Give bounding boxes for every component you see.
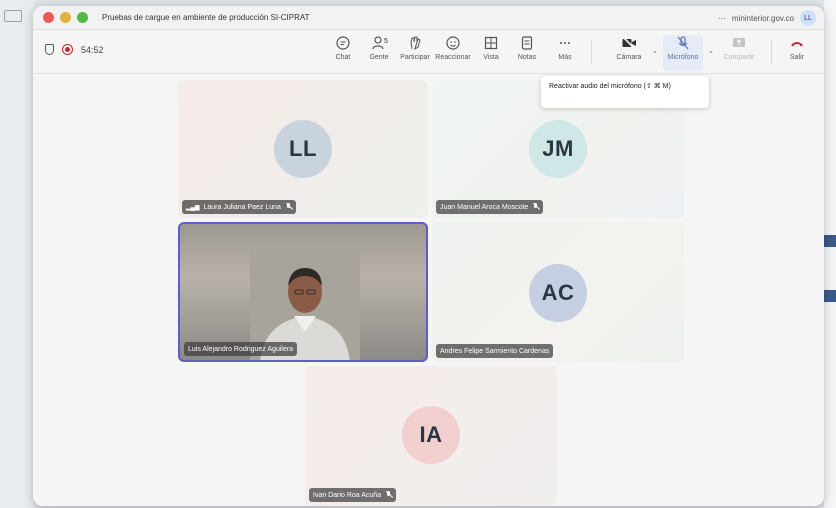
microphone-label: Micrófono: [667, 54, 699, 61]
camera-label: Cámara: [616, 54, 642, 61]
leave-button[interactable]: Salir: [777, 35, 817, 71]
participant-avatar: JM: [529, 120, 587, 178]
participant-avatar: IA: [402, 406, 460, 464]
react-button[interactable]: Reaccionar: [433, 35, 473, 71]
participant-tile[interactable]: AC Andres Felipe Sarmiento Cardenas: [432, 222, 684, 362]
microphone-off-icon: [677, 36, 689, 50]
chat-button[interactable]: Chat: [323, 35, 363, 71]
desktop-bar: [824, 290, 836, 302]
tooltip-text: Reactivar audio del micrófono (⇧ ⌘ M): [549, 83, 671, 90]
react-label: Reaccionar: [435, 54, 471, 61]
participant-name-tag: Ivan Dario Roa Acuña: [309, 488, 397, 502]
participant-tile[interactable]: IA Ivan Dario Roa Acuña: [305, 366, 557, 506]
desktop-right-strip: [824, 0, 836, 508]
shield-icon[interactable]: [45, 44, 54, 55]
meeting-timer: 54:52: [81, 44, 104, 55]
participant-tile[interactable]: LL ▂▄▆ Laura Juliana Paez Luna: [178, 80, 428, 218]
people-count: 5: [384, 38, 388, 45]
close-window-button[interactable]: [43, 12, 54, 23]
camera-options-chevron-icon[interactable]: ⌄: [652, 47, 658, 55]
camera-button[interactable]: Cámara: [609, 35, 649, 71]
smiley-icon: [446, 36, 460, 50]
chat-label: Chat: [335, 54, 351, 61]
ellipsis-icon: [560, 42, 570, 44]
raise-hand-button[interactable]: Participar: [395, 35, 435, 71]
participant-name-tag: Andres Felipe Sarmiento Cardenas: [436, 344, 554, 358]
meeting-window: Pruebas de cargue en ambiente de producc…: [33, 6, 824, 506]
share-button[interactable]: Compartir: [719, 35, 759, 71]
people-button[interactable]: 5 Gente: [359, 35, 399, 71]
notes-button[interactable]: Notas: [507, 35, 547, 71]
notes-label: Notas: [517, 54, 537, 61]
toolbar-divider: [591, 40, 592, 64]
toolbar-divider: [771, 40, 772, 64]
muted-mic-icon: [285, 203, 292, 211]
maximize-window-button[interactable]: [77, 12, 88, 23]
participant-video-tile[interactable]: Luis Alejandro Rodriguez Aguilera: [178, 222, 428, 362]
more-button[interactable]: Más: [545, 35, 585, 71]
meeting-toolbar: 54:52 Chat 5 Gente Participar Reaccionar…: [33, 30, 824, 74]
video-stage: LL ▂▄▆ Laura Juliana Paez Luna JM Juan M…: [33, 74, 824, 506]
participant-name-tag: Luis Alejandro Rodriguez Aguilera: [184, 342, 298, 356]
microphone-options-chevron-icon[interactable]: ⌄: [708, 47, 714, 55]
minimize-window-button[interactable]: [60, 12, 71, 23]
participant-name: Laura Juliana Paez Luna: [203, 203, 281, 211]
desktop-bar: [824, 235, 836, 247]
title-bar: Pruebas de cargue en ambiente de producc…: [33, 6, 824, 30]
grid-icon: [484, 36, 498, 50]
share-screen-icon: [733, 38, 745, 47]
participant-name-tag: Juan Manuel Aroca Moscote: [436, 200, 544, 214]
participant-name: Ivan Dario Roa Acuña: [313, 491, 382, 499]
participant-name: Andres Felipe Sarmiento Cardenas: [440, 347, 550, 355]
microphone-button[interactable]: Micrófono: [663, 35, 703, 71]
signal-icon: ▂▄▆: [186, 204, 200, 211]
more-label: Más: [558, 54, 572, 61]
participant-name-tag: ▂▄▆ Laura Juliana Paez Luna: [182, 200, 296, 214]
desktop-window-icon: [4, 10, 22, 22]
chat-icon: [336, 36, 350, 50]
camera-off-icon: [622, 36, 636, 50]
muted-mic-icon: [532, 203, 539, 211]
raise-hand-label: Participar: [400, 54, 430, 61]
hang-up-icon: [791, 42, 803, 47]
view-label: Vista: [483, 54, 499, 61]
microphone-tooltip: Reactivar audio del micrófono (⇧ ⌘ M): [541, 76, 709, 108]
muted-mic-icon: [385, 491, 392, 499]
more-options-icon[interactable]: ···: [718, 14, 726, 23]
leave-label: Salir: [789, 54, 804, 61]
share-label: Compartir: [723, 54, 755, 61]
view-button[interactable]: Vista: [471, 35, 511, 71]
people-label: Gente: [369, 54, 389, 61]
desktop-left-strip: [0, 0, 34, 508]
notes-icon: [521, 36, 533, 50]
hand-icon: [410, 36, 421, 51]
recording-icon: [62, 44, 73, 55]
participant-name: Juan Manuel Aroca Moscote: [440, 203, 529, 211]
account-domain: mininterior.gov.co: [731, 13, 794, 23]
participant-avatar: AC: [529, 264, 587, 322]
participant-name: Luis Alejandro Rodriguez Aguilera: [188, 345, 294, 353]
participant-avatar: LL: [274, 120, 332, 178]
user-avatar[interactable]: LL: [800, 10, 816, 26]
meeting-title: Pruebas de cargue en ambiente de producc…: [102, 13, 310, 22]
